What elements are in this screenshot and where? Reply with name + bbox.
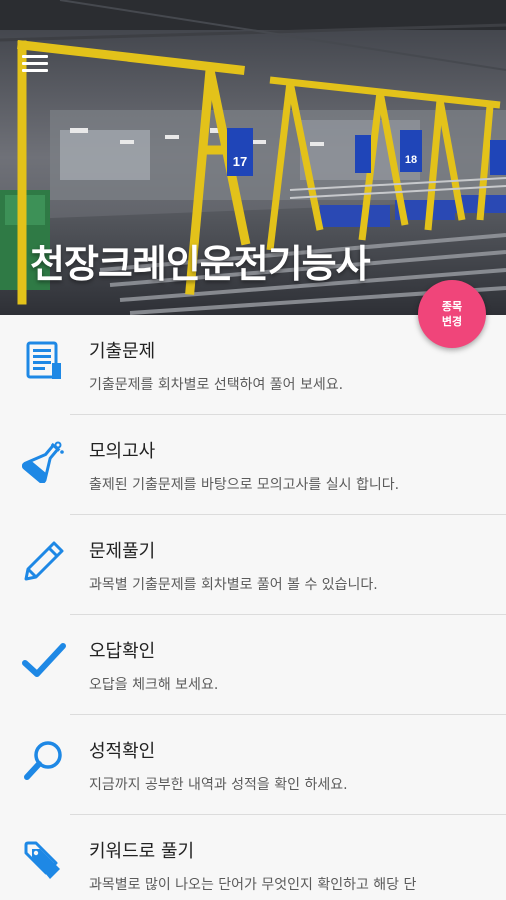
pencil-icon <box>24 541 64 581</box>
change-subject-button[interactable]: 종목 변경 <box>418 280 486 348</box>
tag-icon <box>24 841 60 879</box>
menu-item-score-check[interactable]: 성적확인 지금까지 공부한 내역과 성적을 확인 하세요. <box>0 715 506 815</box>
hamburger-menu-icon[interactable] <box>22 55 48 75</box>
change-subject-label-line1: 종목 <box>441 300 463 313</box>
menu-item-desc: 기출문제를 회차별로 선택하여 풀어 보세요. <box>89 377 344 393</box>
menu-list: 기출문제 기출문제를 회차별로 선택하여 풀어 보세요. 모의고사 출제된 기출… <box>0 315 506 900</box>
menu-item-title: 기출문제 <box>89 341 156 362</box>
menu-item-desc: 오답을 체크해 보세요. <box>89 677 219 693</box>
menu-item-solve-problems[interactable]: 문제풀기 과목별 기출문제를 회차별로 풀어 볼 수 있습니다. <box>0 515 506 615</box>
bay-number-18: 18 <box>405 154 417 166</box>
flask-icon <box>22 441 64 483</box>
menu-item-desc: 출제된 기출문제를 바탕으로 모의고사를 실시 합니다. <box>89 477 400 493</box>
menu-item-desc: 과목별 기출문제를 회차별로 풀어 볼 수 있습니다. <box>89 577 378 593</box>
menu-item-mock-test[interactable]: 모의고사 출제된 기출문제를 바탕으로 모의고사를 실시 합니다. <box>0 415 506 515</box>
menu-item-keyword-solve[interactable]: 키워드로 풀기 과목별로 많이 나오는 단어가 무엇인지 확인하고 해당 단 <box>0 815 506 900</box>
menu-item-wrong-answers[interactable]: 오답확인 오답을 체크해 보세요. <box>0 615 506 715</box>
header-banner: 17 18 천장크레인운전기능사 <box>0 0 506 315</box>
menu-item-title: 키워드로 풀기 <box>89 841 195 862</box>
menu-item-desc: 과목별로 많이 나오는 단어가 무엇인지 확인하고 해당 단 <box>89 877 417 893</box>
magnifier-icon <box>24 741 62 780</box>
menu-item-title: 모의고사 <box>89 441 156 462</box>
checkmark-icon <box>22 643 66 677</box>
menu-item-title: 오답확인 <box>89 641 156 662</box>
menu-item-title: 성적확인 <box>89 741 156 762</box>
app-title: 천장크레인운전기능사 <box>30 242 371 286</box>
menu-item-title: 문제풀기 <box>89 541 156 562</box>
document-icon <box>26 341 61 379</box>
menu-item-desc: 지금까지 공부한 내역과 성적을 확인 하세요. <box>89 777 348 793</box>
bay-number-17: 17 <box>233 154 247 169</box>
change-subject-label-line2: 변경 <box>441 315 463 328</box>
